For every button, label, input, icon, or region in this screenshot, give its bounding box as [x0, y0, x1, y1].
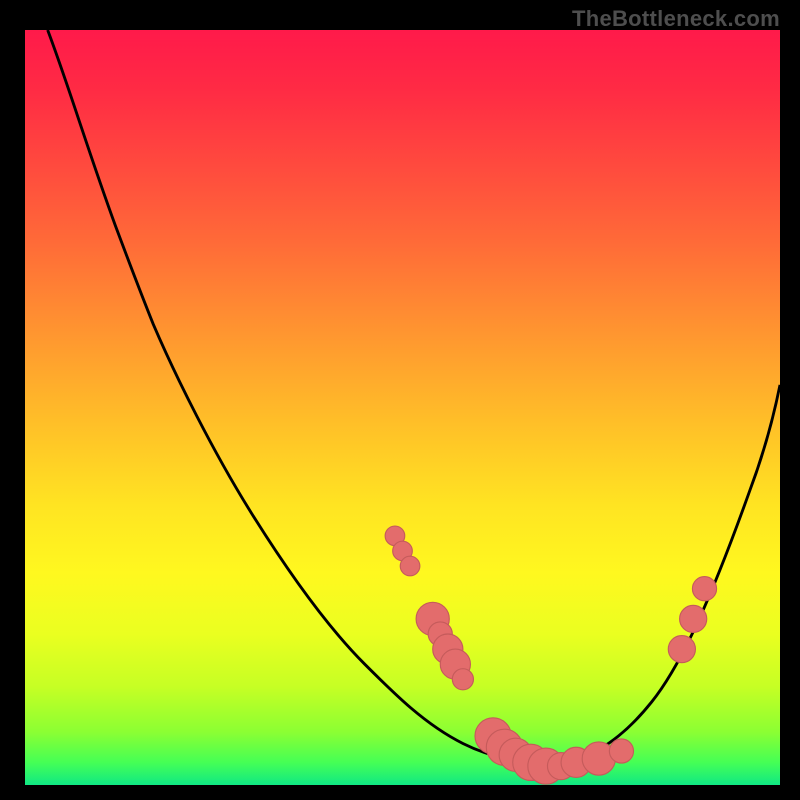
data-marker: [452, 669, 473, 690]
data-marker: [609, 739, 633, 763]
curve-layer: [25, 30, 780, 785]
data-marker: [400, 556, 420, 576]
data-marker: [668, 636, 695, 663]
data-marker: [680, 605, 707, 632]
marker-group: [385, 526, 716, 784]
chart-area: [25, 30, 780, 785]
watermark-text: TheBottleneck.com: [572, 6, 780, 32]
data-marker: [692, 577, 716, 601]
